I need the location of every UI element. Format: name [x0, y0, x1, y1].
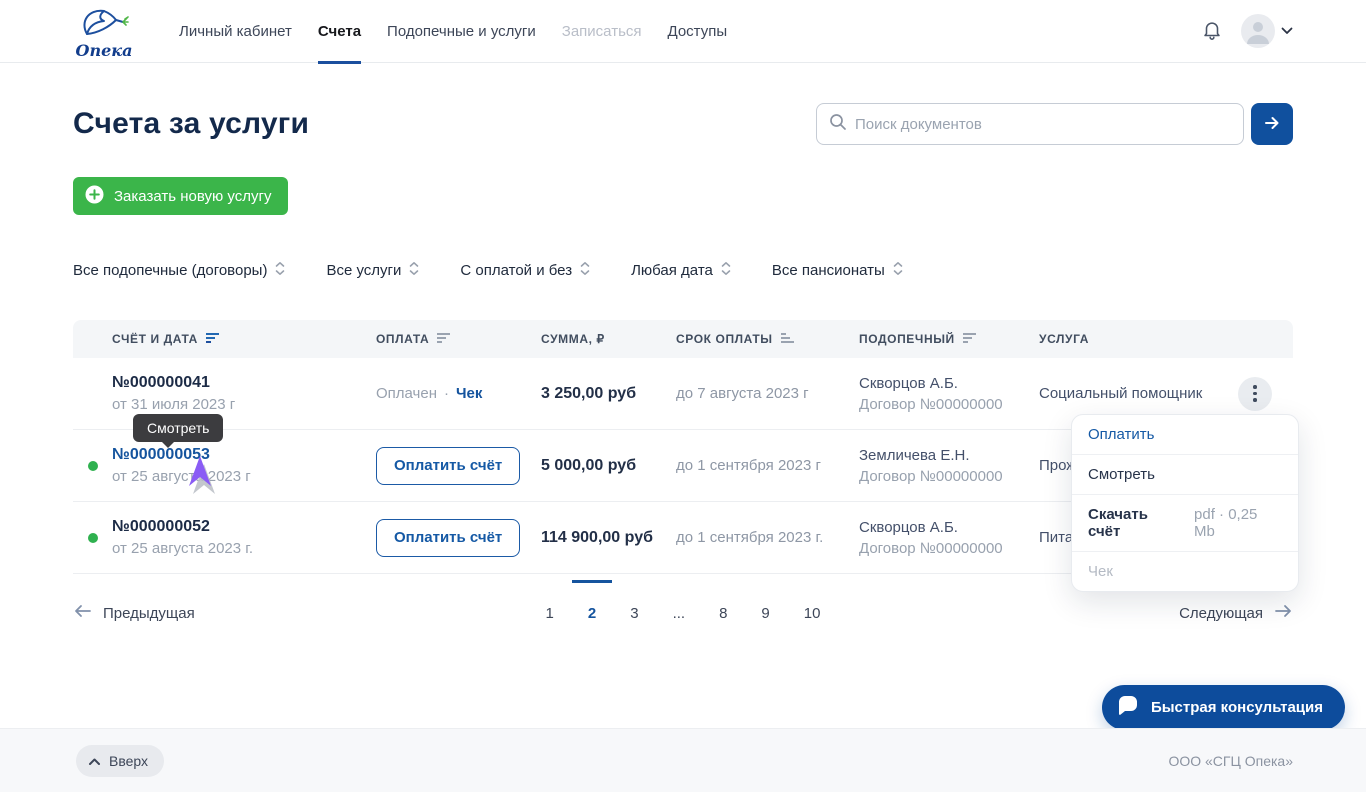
tooltip: Смотреть — [133, 414, 223, 442]
menu-item-view[interactable]: Смотреть — [1072, 454, 1298, 494]
invoice-date: от 31 июля 2023 г — [112, 396, 376, 413]
ward-contract: Договор №00000000 — [859, 396, 1039, 413]
user-menu[interactable] — [1241, 14, 1293, 48]
quick-consultation-button[interactable]: Быстрая консультация — [1102, 685, 1345, 730]
notifications-button[interactable] — [1201, 19, 1223, 44]
chevron-updown-icon — [408, 261, 420, 280]
receipt-link[interactable]: Чек — [456, 385, 482, 402]
page-button-10[interactable]: 10 — [802, 605, 823, 622]
filter-payment-state[interactable]: С оплатой и без — [460, 261, 591, 280]
menu-item-receipt: Чек — [1072, 551, 1298, 591]
nav-item-invoices[interactable]: Счета — [305, 0, 374, 63]
page-button-2-active[interactable]: 2 — [586, 605, 598, 622]
invoice-number-link[interactable]: №000000053 — [112, 446, 376, 464]
unpaid-status-dot — [88, 461, 98, 471]
invoice-amount: 3 250,00 руб — [541, 385, 676, 403]
filter-wards-contracts[interactable]: Все подопечные (договоры) — [73, 261, 286, 280]
nav-item-personal-account[interactable]: Личный кабинет — [166, 0, 305, 63]
chevron-updown-icon — [274, 261, 286, 280]
pay-invoice-button[interactable]: Оплатить счёт — [376, 447, 520, 485]
ward-contract: Договор №00000000 — [859, 540, 1039, 557]
filters-bar: Все подопечные (договоры) Все услуги С о… — [73, 261, 1293, 280]
sort-desc-icon — [206, 332, 220, 347]
logo-wordmark: Опека — [76, 43, 133, 59]
search-input[interactable] — [855, 116, 1231, 133]
chevron-updown-icon — [892, 261, 904, 280]
due-date: до 7 августа 2023 г — [676, 385, 859, 402]
column-header-invoice-date[interactable]: СЧЁТ И ДАТА — [73, 332, 376, 347]
page-title: Счета за услуги — [73, 107, 309, 141]
payment-status: Оплачен — [376, 385, 437, 402]
main-nav: Личный кабинет Счета Подопечные и услуги… — [166, 0, 740, 63]
pay-invoice-button[interactable]: Оплатить счёт — [376, 519, 520, 557]
search-icon — [829, 113, 847, 136]
column-header-due-date[interactable]: СРОК ОПЛАТЫ — [676, 332, 859, 347]
filter-date[interactable]: Любая дата — [631, 261, 732, 280]
due-date: до 1 сентября 2023 г — [676, 457, 859, 474]
invoice-number: №000000041 — [112, 374, 376, 392]
invoice-date: от 25 августа 2023 г — [112, 468, 376, 485]
sort-desc-icon — [963, 332, 977, 347]
column-header-ward[interactable]: ПОДОПЕЧНЫЙ — [859, 332, 1039, 347]
sort-asc-icon — [781, 332, 795, 347]
ward-contract: Договор №00000000 — [859, 468, 1039, 485]
unpaid-status-dot — [88, 533, 98, 543]
bell-icon — [1201, 19, 1223, 44]
ward-name: Земличева Е.Н. — [859, 447, 1039, 464]
row-actions-menu: Оплатить Смотреть Скачать счёт pdf · 0,2… — [1071, 414, 1299, 592]
nav-item-access[interactable]: Доступы — [655, 0, 741, 63]
search-box — [816, 103, 1244, 145]
search-submit-button[interactable] — [1251, 103, 1293, 145]
menu-item-download-invoice[interactable]: Скачать счёт pdf · 0,25 Mb — [1072, 494, 1298, 551]
invoices-table: СЧЁТ И ДАТА ОПЛАТА СУММА, ₽ СРОК ОПЛАТЫ … — [73, 320, 1293, 574]
column-header-service[interactable]: УСЛУГА — [1039, 332, 1217, 346]
invoice-number: №000000052 — [112, 518, 376, 536]
page-button-3[interactable]: 3 — [628, 605, 640, 622]
avatar — [1241, 14, 1275, 48]
nav-item-wards-services[interactable]: Подопечные и услуги — [374, 0, 549, 63]
ward-name: Скворцов А.Б. — [859, 519, 1039, 536]
page-button-1[interactable]: 1 — [544, 605, 556, 622]
chevron-up-icon — [88, 753, 101, 769]
arrow-right-icon — [1262, 113, 1282, 136]
scroll-to-top-button[interactable]: Вверх — [76, 745, 164, 777]
due-date: до 1 сентября 2023 г. — [676, 529, 859, 546]
chevron-down-icon — [1281, 22, 1293, 40]
nav-item-signup: Записаться — [549, 0, 655, 63]
filter-boarding-houses[interactable]: Все пансионаты — [772, 261, 904, 280]
top-nav-bar: Опека Личный кабинет Счета Подопечные и … — [0, 0, 1366, 63]
filter-services[interactable]: Все услуги — [326, 261, 420, 280]
page-ellipsis: ... — [671, 605, 688, 622]
chat-bubble-icon — [1115, 693, 1141, 723]
company-name: ООО «СГЦ Опека» — [1168, 753, 1293, 769]
page-button-9[interactable]: 9 — [759, 605, 771, 622]
column-header-amount[interactable]: СУММА, ₽ — [541, 332, 676, 346]
pagination: Предыдущая 1 2 3 ... 8 9 10 Следующая — [73, 604, 1293, 622]
ward-name: Скворцов А.Б. — [859, 375, 1039, 392]
menu-item-pay[interactable]: Оплатить — [1072, 415, 1298, 454]
page-button-8[interactable]: 8 — [717, 605, 729, 622]
plus-circle-icon — [84, 184, 105, 209]
page-footer: Вверх ООО «СГЦ Опека» — [0, 728, 1366, 792]
invoice-date: от 25 августа 2023 г. — [112, 540, 376, 557]
chevron-updown-icon — [720, 261, 732, 280]
logo[interactable]: Опека — [76, 6, 132, 59]
chevron-updown-icon — [579, 261, 591, 280]
invoice-amount: 5 000,00 руб — [541, 457, 676, 475]
invoice-amount: 114 900,00 руб — [541, 529, 676, 547]
column-header-payment[interactable]: ОПЛАТА — [376, 332, 541, 347]
row-actions-kebab-button[interactable] — [1238, 377, 1272, 411]
sort-desc-icon — [437, 332, 451, 347]
order-new-service-button[interactable]: Заказать новую услугу — [73, 177, 288, 215]
service-name: Социальный помощник — [1039, 385, 1217, 402]
file-meta: pdf · 0,25 Mb — [1194, 506, 1282, 540]
table-header-row: СЧЁТ И ДАТА ОПЛАТА СУММА, ₽ СРОК ОПЛАТЫ … — [73, 320, 1293, 358]
